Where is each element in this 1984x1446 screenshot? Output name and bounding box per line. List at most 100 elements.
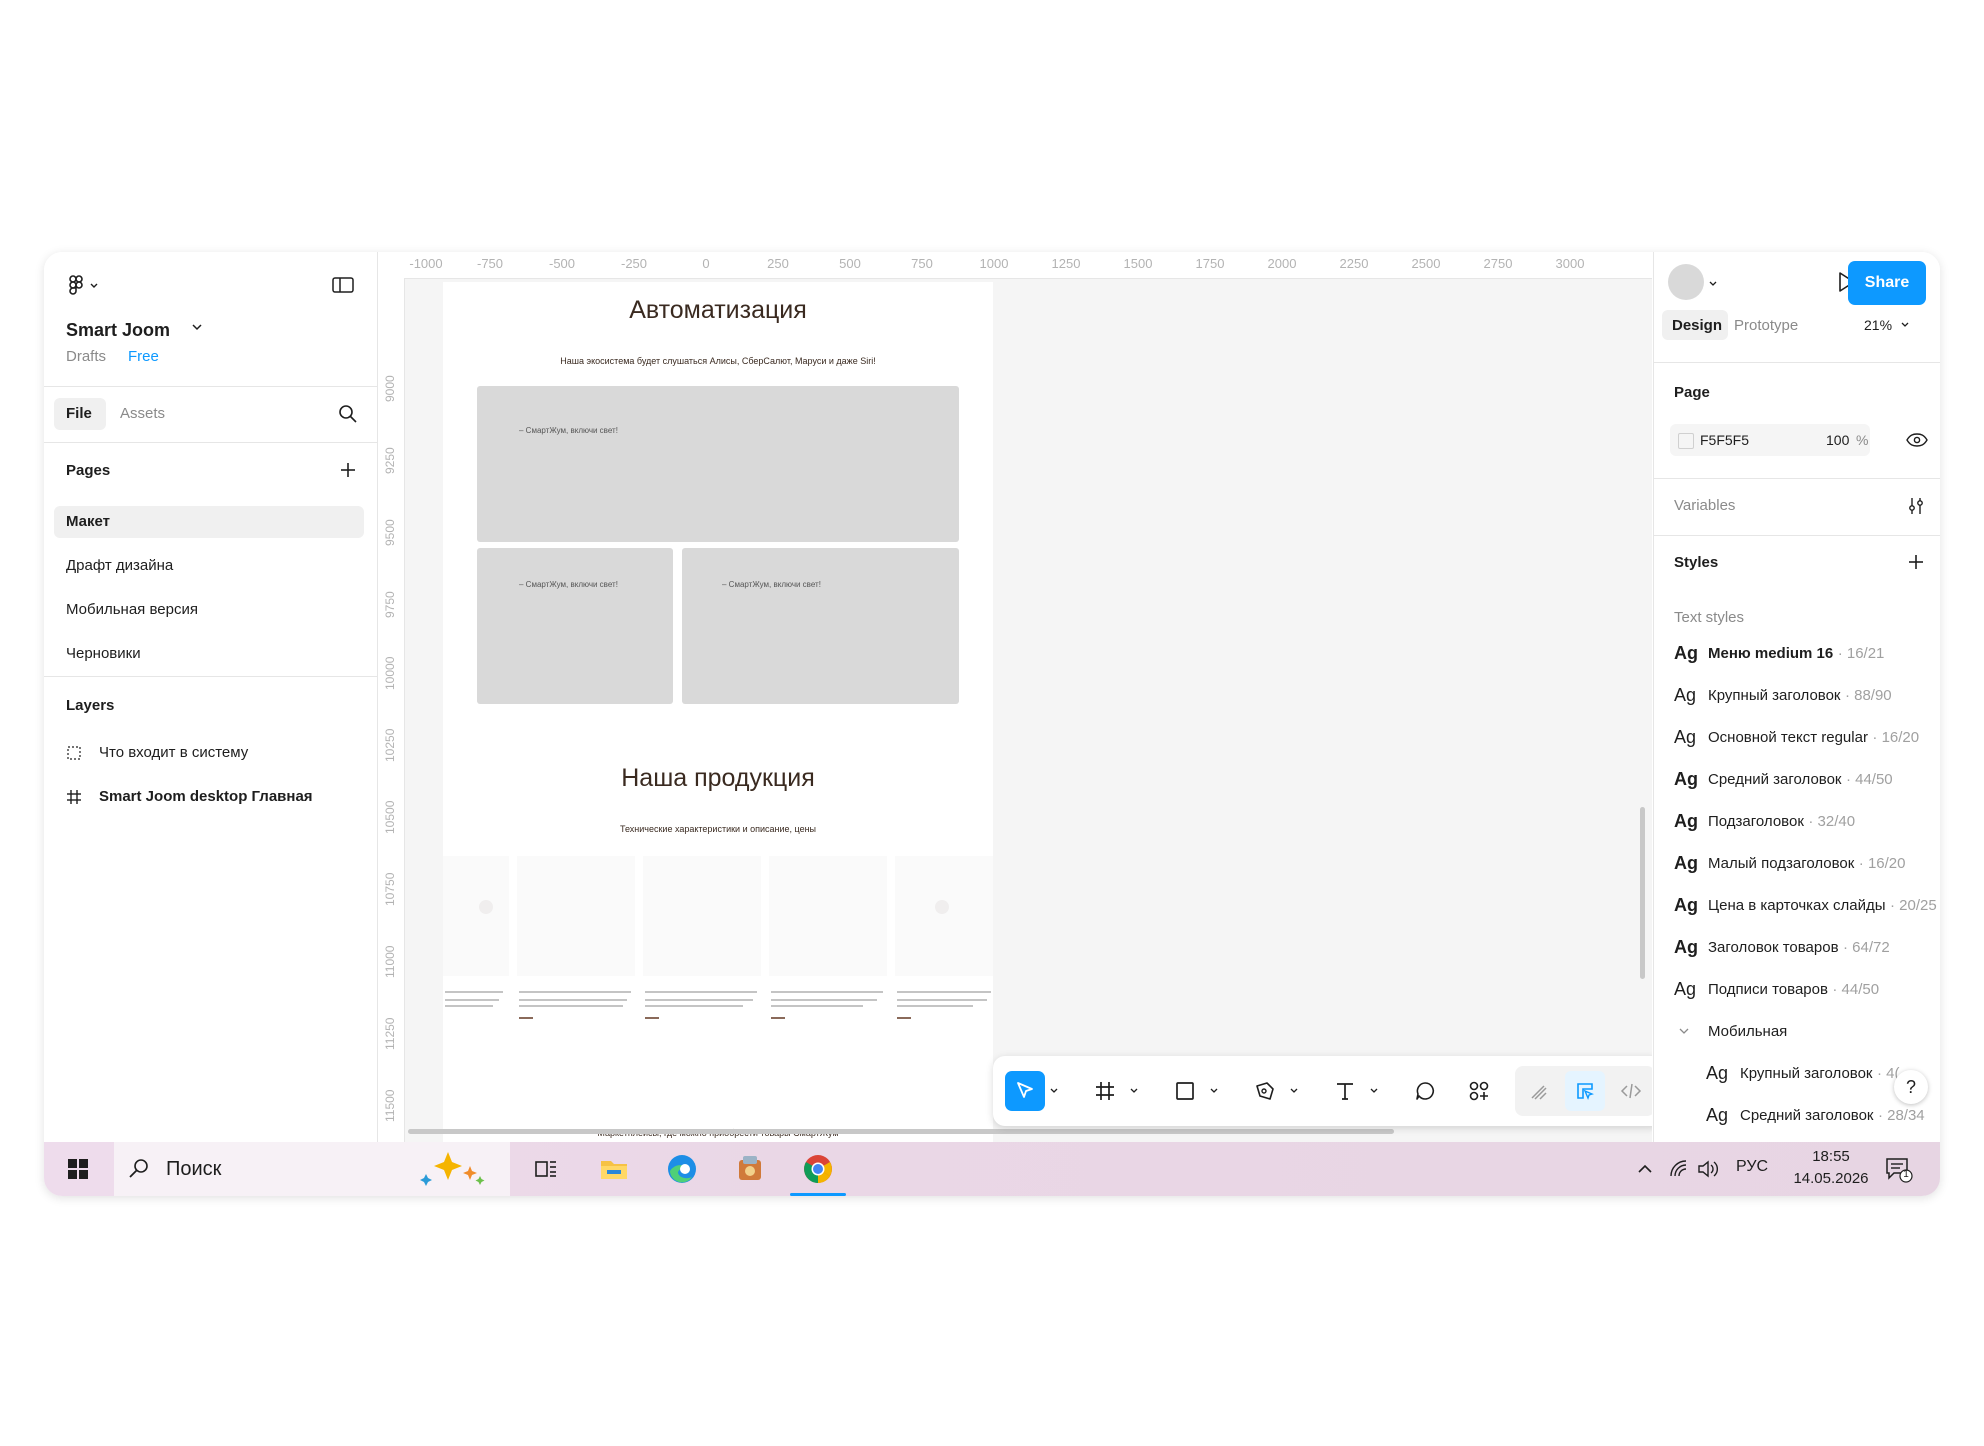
product-card[interactable]	[643, 856, 761, 976]
page-item-drafts[interactable]: Черновики	[66, 645, 141, 662]
text-style-item[interactable]: Ag Средний заголовок · 44/50	[1674, 764, 1893, 794]
avatar[interactable]	[1668, 264, 1704, 300]
design-frame[interactable]: Автоматизация Наша экосистема будет слуш…	[443, 282, 993, 1142]
chevron-down-icon[interactable]	[1369, 1086, 1379, 1096]
project-name[interactable]: Smart Joom	[66, 320, 170, 341]
figma-menu-button[interactable]	[66, 274, 106, 296]
page-item-draft[interactable]: Драфт дизайна	[66, 557, 173, 574]
frame-heading: Автоматизация	[629, 296, 807, 324]
text-style-item[interactable]: Ag Подписи товаров · 44/50	[1674, 974, 1879, 1004]
product-card[interactable]	[443, 856, 509, 976]
product-card[interactable]	[517, 856, 635, 976]
page-item-mobile[interactable]: Мобильная версия	[66, 601, 198, 618]
page-section-title: Page	[1674, 384, 1710, 401]
zoom-dropdown[interactable]: 21%	[1864, 317, 1910, 337]
dev-mode-button[interactable]	[1611, 1071, 1651, 1111]
help-button[interactable]: ?	[1894, 1070, 1928, 1104]
text-style-item[interactable]: Ag Крупный заголовок · 88/90	[1674, 680, 1892, 710]
ruler-label: -750	[476, 256, 504, 271]
card-text: – СмартЖум, включи свет!	[519, 426, 618, 435]
draw-mode-button[interactable]	[1519, 1071, 1559, 1111]
frame-tool[interactable]	[1085, 1071, 1125, 1111]
horizontal-scrollbar[interactable]	[408, 1129, 1394, 1134]
product-card[interactable]	[769, 856, 887, 976]
text-style-item[interactable]: Ag Основной текст regular · 16/20	[1674, 722, 1919, 752]
card-small[interactable]: – СмартЖум, включи свет!	[477, 548, 673, 704]
file-explorer-icon[interactable]	[596, 1151, 632, 1187]
chevron-left-icon[interactable]	[479, 900, 493, 914]
notifications-icon[interactable]: 1	[1884, 1156, 1914, 1184]
text-style-name: Средний заголовок	[1740, 1106, 1874, 1124]
chevron-down-icon[interactable]	[1049, 1086, 1059, 1096]
clock-date[interactable]: 14.05.2026	[1786, 1170, 1876, 1187]
plan-badge[interactable]: Free	[128, 348, 159, 365]
search-icon	[129, 1159, 148, 1178]
canvas[interactable]: -1000 -750 -500 -250 0 250 500 750 1000 …	[378, 252, 1652, 1142]
page-color-value: F5F5F5	[1700, 432, 1750, 448]
share-pill[interactable]: Share	[1848, 261, 1926, 305]
chevron-down-icon[interactable]	[1209, 1086, 1219, 1096]
ruler-label: 11250	[383, 1017, 397, 1050]
add-page-icon[interactable]	[338, 460, 358, 480]
text-style-item[interactable]: Ag Крупный заголовок · 4(	[1706, 1058, 1899, 1088]
text-style-icon: Ag	[1674, 642, 1698, 663]
ruler-label: 750	[911, 256, 933, 271]
page-color-field[interactable]: F5F5F5 100 %	[1670, 424, 1870, 456]
vertical-scrollbar[interactable]	[1640, 807, 1645, 979]
product-card[interactable]	[895, 856, 993, 976]
app-icon[interactable]	[732, 1151, 768, 1187]
tab-design[interactable]: Design	[1662, 310, 1728, 340]
style-group-mobile[interactable]: Мобильная	[1674, 1016, 1787, 1046]
clock-time[interactable]: 18:55	[1786, 1148, 1876, 1165]
design-mode-button[interactable]	[1565, 1071, 1605, 1111]
text-style-item[interactable]: Ag Малый подзаголовок · 16/20	[1674, 848, 1905, 878]
tab-design-label: Design	[1672, 317, 1723, 334]
project-location[interactable]: Drafts	[66, 348, 106, 365]
chevron-up-icon[interactable]	[1636, 1160, 1654, 1178]
text-tool[interactable]	[1325, 1071, 1365, 1111]
page-item-maket[interactable]: Макет	[54, 506, 364, 538]
comment-tool[interactable]	[1405, 1071, 1445, 1111]
tools-toolbar	[993, 1056, 1652, 1126]
tab-file[interactable]: File	[54, 398, 106, 430]
chevron-down-icon[interactable]	[1708, 276, 1718, 286]
tab-prototype[interactable]: Prototype	[1734, 317, 1798, 334]
chevron-down-icon[interactable]	[1289, 1086, 1299, 1096]
edge-browser-icon[interactable]	[664, 1151, 700, 1187]
text-styles-title: Text styles	[1674, 609, 1745, 626]
color-swatch[interactable]	[1678, 433, 1694, 449]
card-large[interactable]: – СмартЖум, включи свет!	[477, 386, 959, 542]
text-style-item[interactable]: Ag Средний заголовок · 28/34	[1706, 1100, 1925, 1130]
network-icon[interactable]	[1668, 1158, 1690, 1180]
chevron-down-icon[interactable]	[190, 320, 204, 334]
variables-settings-icon[interactable]	[1906, 496, 1926, 516]
text-style-item[interactable]: Ag Заголовок товаров · 64/72	[1674, 932, 1890, 962]
text-style-item[interactable]: Ag Меню medium 16 · 16/21	[1674, 638, 1884, 668]
chrome-browser-icon[interactable]	[800, 1151, 836, 1187]
text-style-name: Основной текст regular	[1708, 728, 1868, 746]
variables-title[interactable]: Variables	[1674, 497, 1735, 514]
windows-start-icon[interactable]	[60, 1151, 96, 1187]
visibility-eye-icon[interactable]	[1906, 432, 1928, 448]
task-view-icon[interactable]	[528, 1151, 564, 1187]
pen-tool[interactable]	[1245, 1071, 1285, 1111]
add-style-icon[interactable]	[1906, 552, 1926, 572]
search-placeholder: Поиск	[166, 1158, 222, 1180]
chevron-down-icon[interactable]	[1129, 1086, 1139, 1096]
layers-title: Layers	[66, 697, 115, 714]
volume-icon[interactable]	[1696, 1158, 1720, 1180]
move-tool[interactable]	[1005, 1071, 1045, 1111]
tab-assets[interactable]: Assets	[120, 405, 165, 422]
shape-tool[interactable]	[1165, 1071, 1205, 1111]
toggle-sidebar-icon[interactable]	[332, 276, 354, 294]
taskbar-search[interactable]: Поиск	[114, 1142, 510, 1196]
card-medium[interactable]: – СмартЖум, включи свет!	[682, 548, 959, 704]
chevron-right-icon[interactable]	[935, 900, 949, 914]
text-style-item[interactable]: Ag Цена в карточках слайды · 20/25	[1674, 890, 1937, 920]
search-icon[interactable]	[338, 404, 358, 424]
text-style-item[interactable]: Ag Подзаголовок · 32/40	[1674, 806, 1855, 836]
actions-tool[interactable]	[1459, 1071, 1499, 1111]
ruler-label: 9250	[383, 447, 397, 474]
text-style-icon: Ag	[1674, 852, 1698, 873]
language-indicator[interactable]: РУС	[1736, 1158, 1768, 1176]
